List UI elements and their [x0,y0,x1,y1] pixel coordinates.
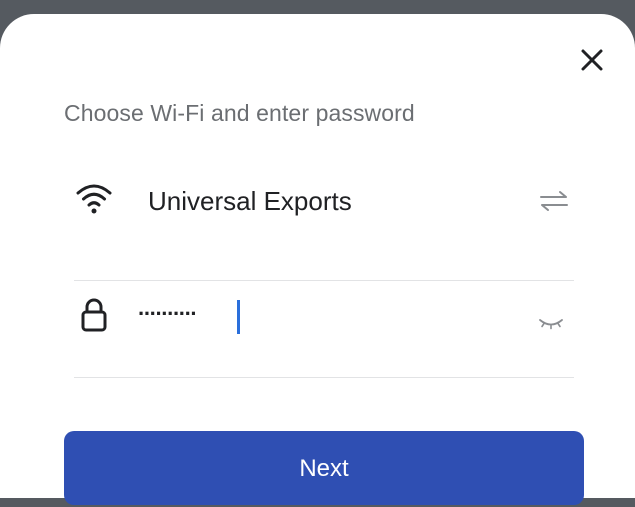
switch-network-icon [540,191,568,211]
divider [74,280,574,281]
divider [74,377,574,378]
switch-network-button[interactable] [536,186,572,216]
wifi-setup-sheet: Choose Wi-Fi and enter password [0,14,635,498]
wifi-network-row[interactable]: Universal Exports [74,172,574,232]
close-icon [581,49,603,71]
lock-icon [74,296,114,332]
password-field[interactable]: ·········· [138,301,198,327]
text-caret [237,300,240,334]
dialog-title: Choose Wi-Fi and enter password [64,100,415,126]
close-button[interactable] [576,44,608,76]
wifi-icon [74,180,114,216]
next-button[interactable]: Next [64,431,584,505]
reveal-password-button[interactable] [536,310,566,336]
network-name: Universal Exports [148,186,352,216]
eye-closed-icon [539,319,563,330]
password-row[interactable]: ·········· [74,288,574,348]
